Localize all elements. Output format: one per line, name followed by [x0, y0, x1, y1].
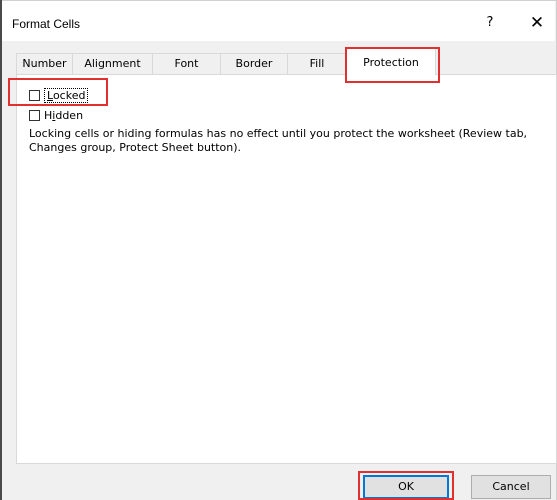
ok-button-highlight: [358, 471, 454, 500]
close-button[interactable]: ✕: [524, 12, 550, 34]
hidden-checkbox[interactable]: [29, 110, 40, 121]
dialog-title: Format Cells: [12, 17, 80, 31]
format-cells-dialog: Format Cells ? ✕ Number Alignment Font B…: [2, 0, 557, 500]
tab-font[interactable]: Font: [152, 53, 221, 74]
hidden-option[interactable]: Hidden: [29, 107, 83, 123]
locked-highlight: [8, 78, 108, 106]
protection-note: Locking cells or hiding formulas has no …: [29, 127, 549, 155]
title-bar: Format Cells ? ✕: [2, 1, 555, 41]
tab-border[interactable]: Border: [220, 53, 288, 74]
tab-fill[interactable]: Fill: [287, 53, 347, 74]
protection-tab-highlight: [345, 47, 440, 83]
protection-panel: Locked Hidden Locking cells or hiding fo…: [16, 74, 557, 464]
cancel-button[interactable]: Cancel: [471, 475, 551, 499]
help-button[interactable]: ?: [478, 12, 502, 34]
tab-alignment[interactable]: Alignment: [72, 53, 153, 74]
tab-number[interactable]: Number: [16, 53, 73, 74]
hidden-label[interactable]: Hidden: [44, 109, 83, 122]
